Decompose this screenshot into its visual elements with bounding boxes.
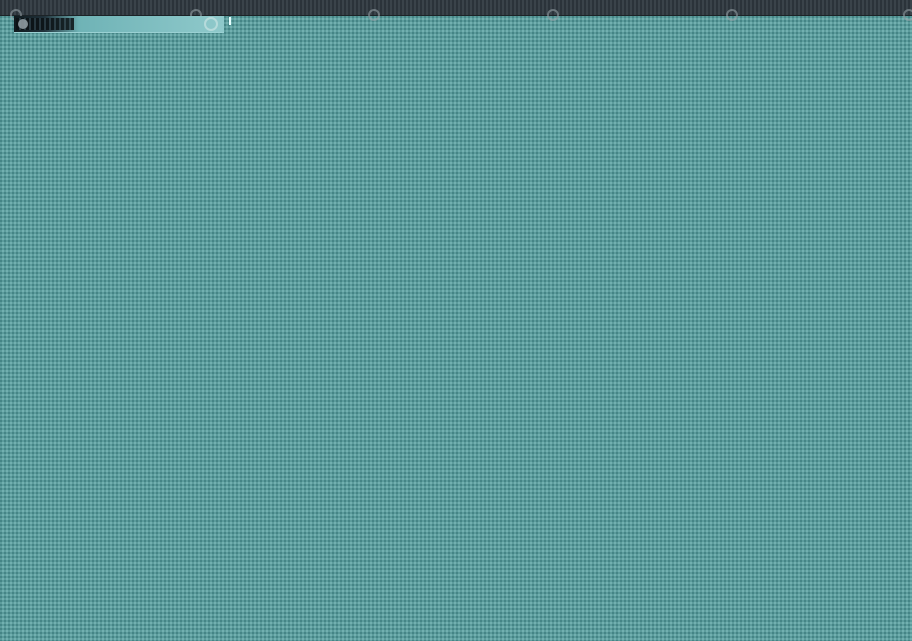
top-strip <box>0 0 912 21</box>
text-cursor <box>229 17 231 25</box>
circle-marker-icon <box>547 9 559 21</box>
tag-icon <box>18 19 28 29</box>
desktop-background <box>0 33 912 641</box>
circle-marker-icon <box>726 9 738 21</box>
circle-marker-icon <box>368 9 380 21</box>
circle-icon[interactable] <box>204 17 218 31</box>
window-fragment[interactable] <box>14 16 224 33</box>
circle-marker-icon <box>903 9 912 21</box>
